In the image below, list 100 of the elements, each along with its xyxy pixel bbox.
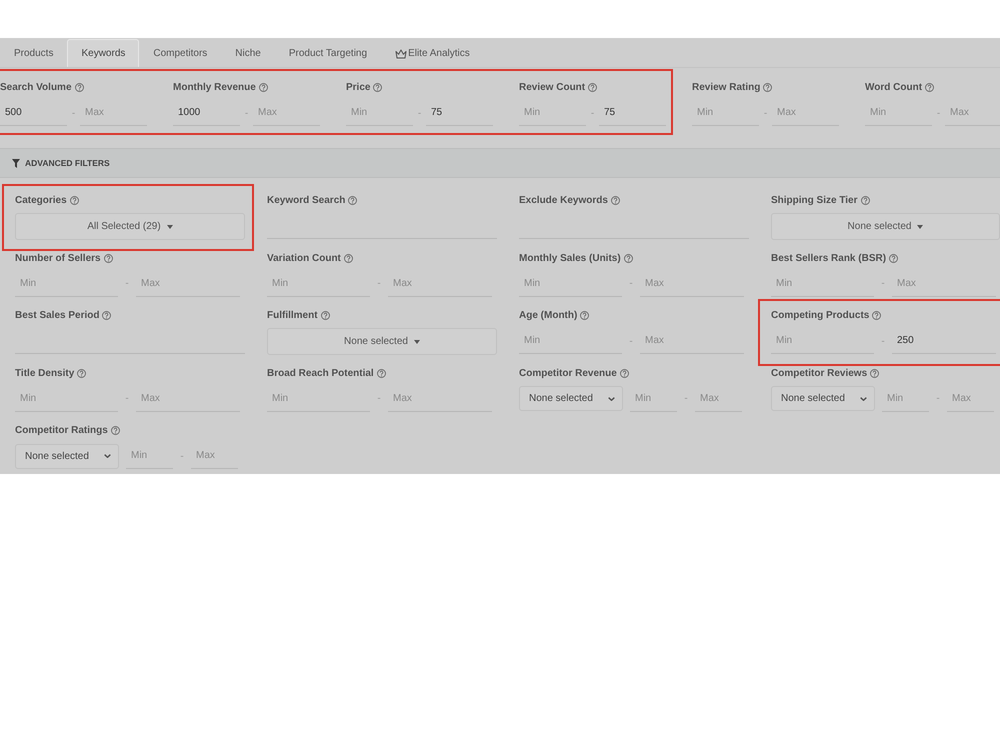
chevron-down-icon xyxy=(860,396,867,400)
max-field[interactable]: Max xyxy=(388,386,492,412)
tab[interactable]: Competitors xyxy=(139,39,222,67)
tab[interactable]: Products xyxy=(0,39,68,67)
tab[interactable]: Keywords xyxy=(67,39,140,67)
max-field[interactable]: Max xyxy=(136,386,240,412)
max-field[interactable]: Max xyxy=(253,100,320,126)
filter-label: Fulfillment xyxy=(267,309,318,322)
filter-label: Search Volume xyxy=(0,81,72,94)
dropdown-button[interactable]: All Selected (29) xyxy=(15,213,245,240)
help-icon xyxy=(102,311,112,320)
min-field[interactable]: 1000 xyxy=(173,100,240,126)
filter-label: Best Sales Period xyxy=(15,309,100,322)
max-field[interactable]: Max xyxy=(388,270,492,296)
filter-label: Review Count xyxy=(519,81,586,94)
help-icon xyxy=(348,196,358,205)
range-dash: - xyxy=(762,106,768,120)
filter-label: Competitor Reviews xyxy=(771,366,868,380)
range-dash: - xyxy=(244,106,250,120)
help-icon xyxy=(624,254,633,262)
filter-label: Variation Count xyxy=(267,252,341,264)
select-dropdown[interactable]: None selected xyxy=(519,386,623,411)
tab[interactable]: Product Targeting xyxy=(274,39,382,67)
max-field[interactable]: 75 xyxy=(426,100,493,126)
max-field[interactable]: Max xyxy=(945,100,1000,126)
min-field[interactable]: Min xyxy=(267,270,370,296)
range-dash: - xyxy=(936,106,942,120)
help-icon xyxy=(70,196,79,205)
select-dropdown[interactable]: None selected xyxy=(15,444,119,468)
min-field[interactable]: Min xyxy=(692,100,759,126)
min-field[interactable]: Min xyxy=(771,328,874,354)
help-icon xyxy=(860,196,870,205)
max-field[interactable]: Max xyxy=(695,386,742,412)
range-dash: - xyxy=(124,277,130,291)
filter-label: Monthly Sales (Units) xyxy=(519,252,621,264)
min-field[interactable]: Min xyxy=(15,270,118,296)
min-field[interactable]: Min xyxy=(630,386,677,412)
min-field[interactable]: Min xyxy=(126,443,173,469)
select-dropdown[interactable]: None selected xyxy=(771,386,875,411)
min-field[interactable]: Min xyxy=(519,270,622,296)
max-field[interactable]: Max xyxy=(136,270,240,296)
min-field[interactable]: Min xyxy=(267,386,370,412)
help-icon xyxy=(588,83,598,92)
min-field[interactable]: Min xyxy=(519,328,622,354)
dropdown-button[interactable]: None selected xyxy=(267,328,497,355)
chevron-down-icon xyxy=(104,454,111,458)
help-icon xyxy=(104,254,113,262)
chevron-down-icon xyxy=(608,396,615,400)
filter-icon xyxy=(12,158,20,168)
max-field[interactable]: Max xyxy=(640,270,744,296)
help-icon xyxy=(620,368,629,378)
help-icon xyxy=(763,83,772,92)
filter-label: Monthly Revenue xyxy=(173,81,256,94)
range-dash: - xyxy=(935,392,941,406)
filter-label: Categories xyxy=(15,194,67,207)
caret-icon xyxy=(414,340,420,344)
max-field[interactable]: Max xyxy=(640,328,744,354)
help-icon xyxy=(344,254,353,262)
tab[interactable]: Niche xyxy=(221,39,275,67)
filter-label: Keyword Search xyxy=(267,194,346,207)
max-field[interactable]: Max xyxy=(191,443,238,469)
max-field[interactable]: 250 xyxy=(892,328,996,354)
crown-icon xyxy=(395,48,408,58)
filter-label: Title Density xyxy=(15,366,74,380)
help-icon xyxy=(872,311,882,320)
range-dash: - xyxy=(416,106,422,120)
help-icon xyxy=(258,83,268,92)
max-field[interactable]: Max xyxy=(947,386,994,412)
filter-label: Shipping Size Tier xyxy=(771,194,858,207)
max-field[interactable]: 75 xyxy=(599,100,666,126)
max-field[interactable]: Max xyxy=(892,270,996,296)
help-icon xyxy=(925,83,934,92)
help-icon xyxy=(870,368,880,378)
filter-label: Age (Month) xyxy=(519,309,578,322)
range-dash: - xyxy=(590,106,596,120)
range-dash: - xyxy=(124,392,130,406)
max-field[interactable]: Max xyxy=(772,100,839,126)
filter-label: Competing Products xyxy=(771,309,870,322)
filter-label: Review Rating xyxy=(692,81,760,94)
min-field[interactable]: 500 xyxy=(0,100,67,126)
min-field[interactable]: Min xyxy=(882,386,929,412)
dropdown-button[interactable]: None selected xyxy=(771,213,1000,240)
min-field[interactable]: Min xyxy=(865,100,932,126)
help-icon xyxy=(74,83,84,92)
help-icon xyxy=(320,311,330,320)
range-dash: - xyxy=(683,392,689,406)
filter-label: Best Sellers Rank (BSR) xyxy=(771,252,886,264)
help-icon xyxy=(889,254,898,262)
range-dash: - xyxy=(376,392,382,406)
min-field[interactable]: Min xyxy=(346,100,413,126)
min-field[interactable]: Min xyxy=(771,270,874,296)
help-icon xyxy=(77,368,86,378)
max-field[interactable]: Max xyxy=(80,100,147,126)
help-icon xyxy=(610,196,620,205)
min-field[interactable]: Min xyxy=(15,386,118,412)
caret-icon xyxy=(166,224,173,228)
advanced-filters-toggle[interactable]: ADVANCED FILTERS xyxy=(0,148,1000,178)
caret-icon xyxy=(917,224,924,228)
min-field[interactable]: Min xyxy=(519,100,586,126)
tab[interactable]: Elite Analytics xyxy=(381,39,484,67)
